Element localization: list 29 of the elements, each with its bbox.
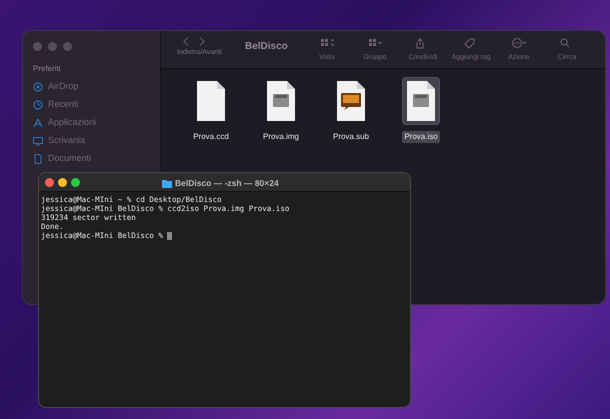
file-name[interactable]: Prova.img — [260, 131, 301, 143]
window-title: BelDisco — [245, 40, 288, 54]
sidebar-item[interactable]: Documenti — [48, 152, 92, 166]
folder-icon — [162, 178, 172, 188]
sidebar-item[interactable]: AirDrop — [48, 80, 79, 94]
app-icon — [33, 118, 43, 128]
file-name[interactable]: Prova.ccd — [191, 131, 231, 143]
close-button[interactable] — [45, 178, 54, 186]
window-title: BelDisco — -zsh — 80×24 — [175, 177, 279, 190]
sidebar-item[interactable]: Scrivania — [48, 134, 86, 148]
file-name[interactable]: Prova.sub — [330, 131, 372, 143]
monitor-icon — [33, 136, 43, 146]
ellipsis-icon[interactable] — [511, 37, 527, 49]
airdrop-icon — [33, 82, 43, 92]
minimize-button[interactable] — [58, 178, 67, 186]
document-icon — [33, 154, 43, 164]
cursor — [167, 232, 172, 240]
grid-icon[interactable] — [319, 37, 335, 49]
disk-image-icon[interactable] — [402, 77, 440, 125]
zoom-button[interactable] — [71, 178, 80, 186]
sidebar-item[interactable]: Applicazioni — [48, 116, 96, 130]
sidebar-item[interactable]: Recenti — [48, 98, 79, 112]
back-button[interactable] — [183, 37, 189, 46]
file-name[interactable]: Prova.iso — [402, 131, 440, 143]
clock-icon — [33, 100, 43, 110]
forward-button[interactable] — [199, 37, 205, 46]
close-button[interactable] — [33, 42, 42, 51]
sidebar-section-title: Preferiti — [33, 63, 62, 75]
grid-icon[interactable] — [367, 37, 383, 49]
